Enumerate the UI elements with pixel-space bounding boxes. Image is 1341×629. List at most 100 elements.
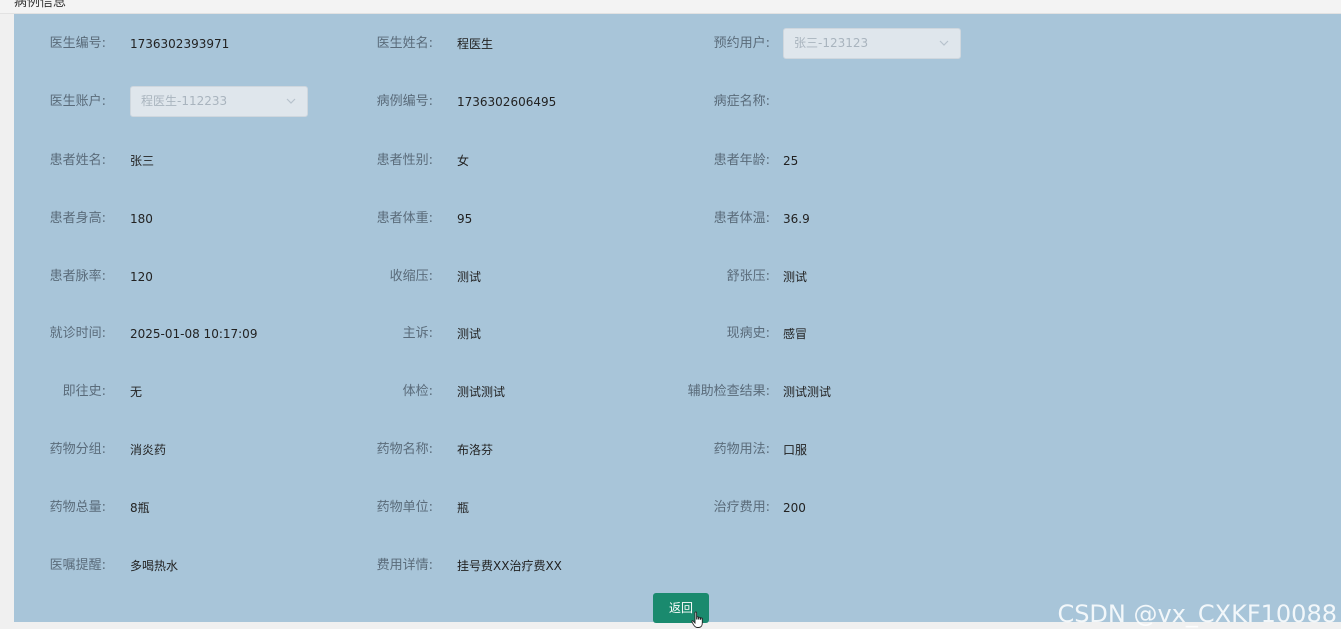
field-value: 200 <box>783 501 806 515</box>
field-booking-user: 预约用户: 张三-123123 <box>674 27 1341 61</box>
page-header: 病例信息 <box>0 0 1341 14</box>
field-drug-group: 药物分组: 消炎药 <box>14 433 344 467</box>
field-value: 测试测试 <box>783 385 832 399</box>
chevron-down-icon <box>939 40 949 46</box>
field-value: 25 <box>783 154 799 168</box>
field-auxiliary-exam: 辅助检查结果: 测试测试 <box>674 375 1341 409</box>
field-label: 辅助检查结果: <box>687 384 770 399</box>
field-label: 药物用法: <box>713 442 770 457</box>
field-value: 1736302606495 <box>457 95 557 109</box>
field-chief-complaint: 主诉: 测试 <box>344 317 674 351</box>
form-row: 医生账户: 程医生-112233 病例编号: 1736302606495 病症名… <box>14 85 1341 119</box>
field-label: 费用详情: <box>376 558 433 573</box>
field-label: 预约用户: <box>713 36 770 51</box>
field-drug-name: 药物名称: 布洛芬 <box>344 433 674 467</box>
field-patient-gender: 患者性别: 女 <box>344 144 674 178</box>
field-label: 体检: <box>402 384 433 399</box>
booking-user-select[interactable]: 张三-123123 <box>783 28 961 59</box>
field-disease-name: 病症名称: <box>674 85 1341 119</box>
field-value: 无 <box>130 385 143 399</box>
field-label: 主诉: <box>402 326 433 341</box>
field-label: 患者体温: <box>713 211 770 226</box>
field-label: 舒张压: <box>726 269 770 284</box>
field-label: 药物总量: <box>49 500 106 515</box>
field-value: 测试测试 <box>457 385 506 399</box>
field-fee-details: 费用详情: 挂号费XX治疗费XX <box>344 549 674 583</box>
form-row: 患者脉率: 120 收缩压: 测试 舒张压: 测试 <box>14 260 1341 294</box>
field-label: 医嘱提醒: <box>49 558 106 573</box>
field-value: 口服 <box>783 443 808 457</box>
field-diastolic-pressure: 舒张压: 测试 <box>674 260 1341 294</box>
field-value: 120 <box>130 270 153 284</box>
field-drug-usage: 药物用法: 口服 <box>674 433 1341 467</box>
record-info-panel: 医生编号: 1736302393971 医生姓名: 程医生 预约用户: 张三-1… <box>14 14 1341 628</box>
field-physical-exam: 体检: 测试测试 <box>344 375 674 409</box>
field-doctor-account: 医生账户: 程医生-112233 <box>14 85 344 119</box>
field-patient-weight: 患者体重: 95 <box>344 202 674 236</box>
field-label: 治疗费用: <box>713 500 770 515</box>
form-row: 医生编号: 1736302393971 医生姓名: 程医生 预约用户: 张三-1… <box>14 27 1341 61</box>
form-row: 药物分组: 消炎药 药物名称: 布洛芬 药物用法: 口服 <box>14 433 1341 467</box>
select-value: 程医生-112233 <box>141 94 228 108</box>
field-value: 8瓶 <box>130 501 150 515</box>
field-patient-age: 患者年龄: 25 <box>674 144 1341 178</box>
field-patient-temperature: 患者体温: 36.9 <box>674 202 1341 236</box>
field-value: 感冒 <box>783 327 808 341</box>
field-patient-name: 患者姓名: 张三 <box>14 144 344 178</box>
field-label: 患者脉率: <box>49 269 106 284</box>
field-systolic-pressure: 收缩压: 测试 <box>344 260 674 294</box>
field-value: 1736302393971 <box>130 37 230 51</box>
field-value: 瓶 <box>457 501 470 515</box>
field-value: 女 <box>457 154 470 168</box>
field-patient-height: 患者身高: 180 <box>14 202 344 236</box>
field-label: 药物分组: <box>49 442 106 457</box>
field-value: 测试 <box>783 270 808 284</box>
hand-pointer-icon <box>691 611 703 628</box>
field-value: 2025-01-08 10:17:09 <box>130 327 258 341</box>
form-row: 患者姓名: 张三 患者性别: 女 患者年龄: 25 <box>14 144 1341 178</box>
field-drug-total: 药物总量: 8瓶 <box>14 491 344 525</box>
field-label: 患者性别: <box>376 153 433 168</box>
field-visit-time: 就诊时间: 2025-01-08 10:17:09 <box>14 317 344 351</box>
field-doctor-id: 医生编号: 1736302393971 <box>14 27 344 61</box>
field-value: 消炎药 <box>130 443 167 457</box>
form-row: 药物总量: 8瓶 药物单位: 瓶 治疗费用: 200 <box>14 491 1341 525</box>
field-label: 病例编号: <box>376 94 433 109</box>
field-label: 药物名称: <box>376 442 433 457</box>
field-medical-advice: 医嘱提醒: 多喝热水 <box>14 549 344 583</box>
field-doctor-name: 医生姓名: 程医生 <box>344 27 674 61</box>
field-value: 测试 <box>457 270 482 284</box>
field-treatment-fee: 治疗费用: 200 <box>674 491 1341 525</box>
field-value: 95 <box>457 212 473 226</box>
form-row: 患者身高: 180 患者体重: 95 患者体温: 36.9 <box>14 202 1341 236</box>
chevron-down-icon <box>286 98 296 104</box>
select-value: 张三-123123 <box>794 36 869 50</box>
field-label: 医生账户: <box>49 94 106 109</box>
field-value: 挂号费XX治疗费XX <box>457 559 562 573</box>
field-label: 患者姓名: <box>49 153 106 168</box>
field-pulse-rate: 患者脉率: 120 <box>14 260 344 294</box>
watermark-text: CSDN @vx_CXKF10088 <box>1057 600 1337 628</box>
field-label: 患者体重: <box>376 211 433 226</box>
field-label: 现病史: <box>726 326 770 341</box>
field-value: 36.9 <box>783 212 810 226</box>
field-label: 病症名称: <box>713 94 770 109</box>
field-value: 程医生 <box>457 37 494 51</box>
field-value: 测试 <box>457 327 482 341</box>
field-value: 180 <box>130 212 153 226</box>
field-drug-unit: 药物单位: 瓶 <box>344 491 674 525</box>
field-value: 张三 <box>130 154 155 168</box>
field-label: 患者身高: <box>49 211 106 226</box>
field-label: 医生姓名: <box>376 36 433 51</box>
field-value: 布洛芬 <box>457 443 494 457</box>
field-past-history: 即往史: 无 <box>14 375 344 409</box>
field-label: 医生编号: <box>49 36 106 51</box>
doctor-account-select[interactable]: 程医生-112233 <box>130 86 308 117</box>
form-row: 医嘱提醒: 多喝热水 费用详情: 挂号费XX治疗费XX <box>14 549 1341 583</box>
field-record-id: 病例编号: 1736302606495 <box>344 85 674 119</box>
page-title: 病例信息 <box>14 0 67 10</box>
field-label: 药物单位: <box>376 500 433 515</box>
field-label: 收缩压: <box>389 269 433 284</box>
field-value: 多喝热水 <box>130 559 179 573</box>
field-label: 就诊时间: <box>49 326 106 341</box>
